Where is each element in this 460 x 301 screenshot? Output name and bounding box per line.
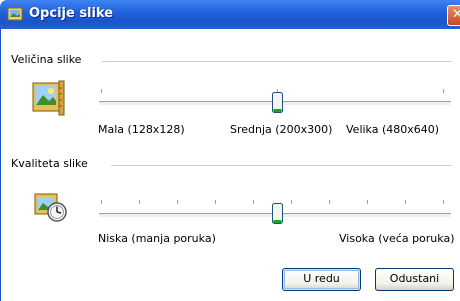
ok-button[interactable]: U redu xyxy=(282,268,361,291)
image-options-icon xyxy=(7,7,23,21)
picture-resize-icon xyxy=(32,80,65,116)
picture-quality-icon xyxy=(34,193,67,222)
size-group-title: Veličina slike xyxy=(11,53,86,66)
quality-label-low: Niska (manja poruka) xyxy=(98,232,216,245)
quality-slider-tick xyxy=(329,200,330,204)
size-label-large: Velika (480x640) xyxy=(346,123,440,136)
quality-label-high: Visoka (veća poruka) xyxy=(339,232,455,245)
close-icon: ✕ xyxy=(452,7,460,22)
quality-slider-thumb[interactable] xyxy=(272,203,283,224)
quality-slider-tick xyxy=(405,200,406,204)
size-slider[interactable] xyxy=(96,89,451,119)
title-bar[interactable]: Opcije slike ✕ xyxy=(0,0,460,29)
close-button[interactable]: ✕ xyxy=(447,5,460,26)
window-title: Opcije slike xyxy=(29,6,114,21)
dialog-body: Veličina slike Mala (128x128) Srednja (2… xyxy=(0,29,460,301)
quality-slider[interactable] xyxy=(96,191,451,224)
size-slider-tick xyxy=(443,89,444,93)
cancel-button[interactable]: Odustani xyxy=(375,268,454,291)
size-slider-thumb[interactable] xyxy=(272,92,283,113)
size-label-small: Mala (128x128) xyxy=(98,123,185,136)
quality-slider-tick xyxy=(215,200,216,204)
quality-group-title: Kvaliteta slike xyxy=(11,157,92,170)
size-group-divider xyxy=(102,61,452,62)
quality-slider-tick xyxy=(443,200,444,204)
quality-slider-tick xyxy=(291,200,292,204)
size-slider-tick xyxy=(101,89,102,93)
image-options-dialog: Opcije slike ✕ Veličina slike Mala (128x… xyxy=(0,0,460,301)
size-label-medium: Srednja (200x300) xyxy=(230,123,333,136)
quality-slider-tick xyxy=(177,200,178,204)
quality-slider-tick xyxy=(367,200,368,204)
quality-group-divider xyxy=(111,165,452,166)
quality-slider-tick xyxy=(253,200,254,204)
quality-slider-tick xyxy=(101,200,102,204)
quality-slider-tick xyxy=(139,200,140,204)
